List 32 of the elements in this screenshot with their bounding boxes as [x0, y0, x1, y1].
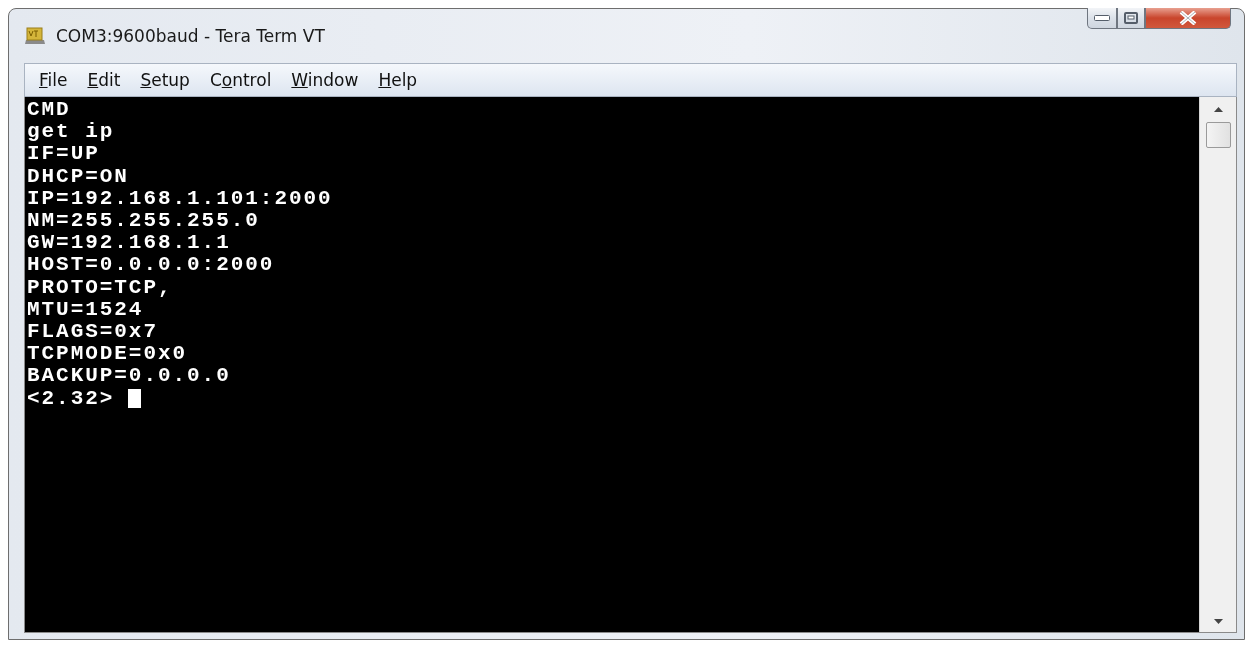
terminal-line: MTU=1524: [27, 298, 144, 322]
terminal-line: get ip: [27, 121, 115, 144]
terminal-line: CMD: [27, 99, 71, 122]
scroll-down-icon[interactable]: [1213, 619, 1223, 624]
minimize-icon: [1094, 15, 1110, 21]
terminal-line: BACKUP=0.0.0.0: [27, 365, 231, 388]
terminal-line: <2.32>: [27, 387, 115, 410]
terminal-line: IP=192.168.1.101:2000: [27, 187, 333, 210]
terminal-line: HOST=0.0.0.0:2000: [27, 254, 275, 277]
menu-item[interactable]: Edit: [77, 68, 131, 92]
scrollbar-thumb[interactable]: [1205, 122, 1231, 148]
terminal-line: IF=UP: [27, 143, 100, 166]
minimize-button[interactable]: [1087, 8, 1117, 29]
terminal-line: FLAGS=0x7: [27, 321, 158, 344]
close-button[interactable]: [1145, 8, 1231, 29]
menu-item[interactable]: Help: [368, 68, 428, 92]
menu-item[interactable]: Window: [281, 68, 369, 92]
terminal-line: GW=192.168.1.1: [27, 232, 231, 255]
terminal-line: NM=255.255.255.0: [27, 210, 260, 233]
menu-item[interactable]: Setup: [130, 68, 200, 92]
terminal-line: PROTO=TCP,: [27, 276, 173, 299]
scroll-up-icon[interactable]: [1213, 107, 1223, 112]
maximize-icon: [1124, 12, 1138, 24]
terminal-app-icon: [24, 26, 46, 46]
close-icon: [1179, 11, 1197, 25]
terminal-line: DHCP=ON: [27, 165, 129, 188]
menu-item[interactable]: Control: [199, 68, 282, 92]
maximize-button[interactable]: [1117, 8, 1145, 29]
window-title: COM3:9600baud - Tera Term VT: [56, 26, 325, 46]
scrollbar[interactable]: [1199, 97, 1236, 632]
terminal-line: TCPMODE=0x0: [27, 343, 188, 366]
menu-item[interactable]: File: [29, 68, 78, 92]
